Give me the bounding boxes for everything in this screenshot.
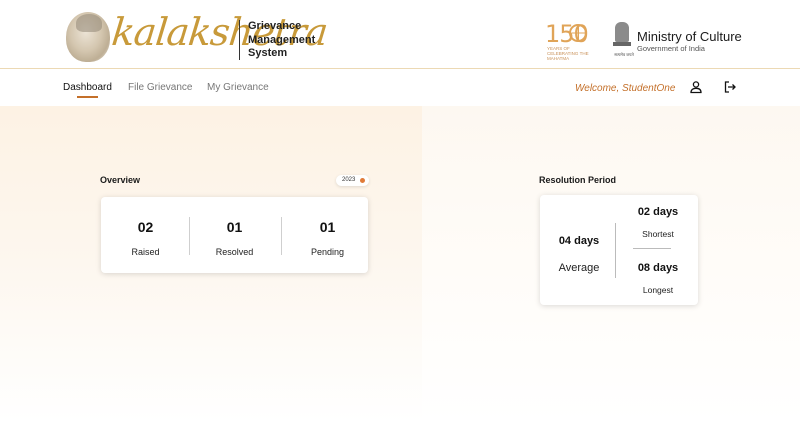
stat-label: Pending	[310, 247, 345, 257]
stat-label: Raised	[131, 247, 160, 257]
longest-label: Longest	[642, 285, 674, 295]
stat-resolved: 01 Resolved	[190, 197, 279, 273]
year-indicator-dot	[360, 178, 365, 183]
stat-raised: 02 Raised	[101, 197, 190, 273]
anniversary-caption: YEARS OF CELEBRATING THE MAHATMA	[547, 46, 589, 61]
logout-icon[interactable]	[723, 80, 737, 94]
overview-card: 02 Raised 01 Resolved 01 Pending	[101, 197, 368, 273]
user-icon[interactable]	[689, 80, 703, 94]
stat-divider	[281, 217, 282, 255]
average-value: 04 days	[558, 235, 600, 247]
emblem-motto: सत्यमेव जयते	[614, 52, 634, 57]
header: kalakshetra Grievance Management System …	[0, 0, 800, 69]
nav-file-grievance[interactable]: File Grievance	[128, 82, 192, 93]
lion-capital-icon	[615, 22, 629, 42]
app-title: Grievance Management System	[248, 20, 328, 61]
app-title-line: System	[248, 47, 288, 59]
main-nav: Dashboard File Grievance My Grievance	[0, 70, 800, 106]
national-emblem-icon: सत्यमेव जयते	[611, 22, 634, 57]
ministry-subtitle: Government of India	[637, 44, 705, 53]
shortest-value: 02 days	[637, 206, 679, 218]
app-title-line: Grievance	[248, 20, 302, 32]
shortest-label: Shortest	[642, 229, 674, 239]
year-value: 2023	[342, 177, 356, 183]
nav-dashboard[interactable]: Dashboard	[63, 82, 112, 98]
charkha-icon	[569, 24, 587, 42]
welcome-text: Welcome, StudentOne	[575, 83, 676, 94]
nav-my-grievance[interactable]: My Grievance	[207, 82, 269, 93]
app-title-line: Management	[248, 33, 316, 46]
average-label: Average	[558, 262, 600, 274]
resolution-card: 04 days Average 02 days Shortest 08 days…	[540, 195, 698, 305]
year-selector[interactable]: 2023	[336, 175, 369, 186]
stat-value: 01	[319, 219, 336, 235]
brand-divider	[239, 20, 240, 60]
stat-value: 02	[137, 219, 154, 235]
stat-label: Resolved	[215, 247, 254, 257]
resolution-hdivider	[633, 248, 671, 249]
ministry-title: Ministry of Culture	[637, 29, 742, 44]
founder-portrait-image	[66, 12, 110, 62]
resolution-title: Resolution Period	[539, 175, 617, 185]
emblem-base	[613, 42, 631, 46]
overview-title: Overview	[100, 175, 141, 185]
stat-value: 01	[226, 219, 243, 235]
stat-pending: 01 Pending	[283, 197, 372, 273]
gandhi-150-logo: 150 YEARS OF CELEBRATING THE MAHATMA	[545, 20, 595, 62]
longest-value: 08 days	[637, 262, 679, 274]
resolution-divider	[615, 223, 616, 278]
